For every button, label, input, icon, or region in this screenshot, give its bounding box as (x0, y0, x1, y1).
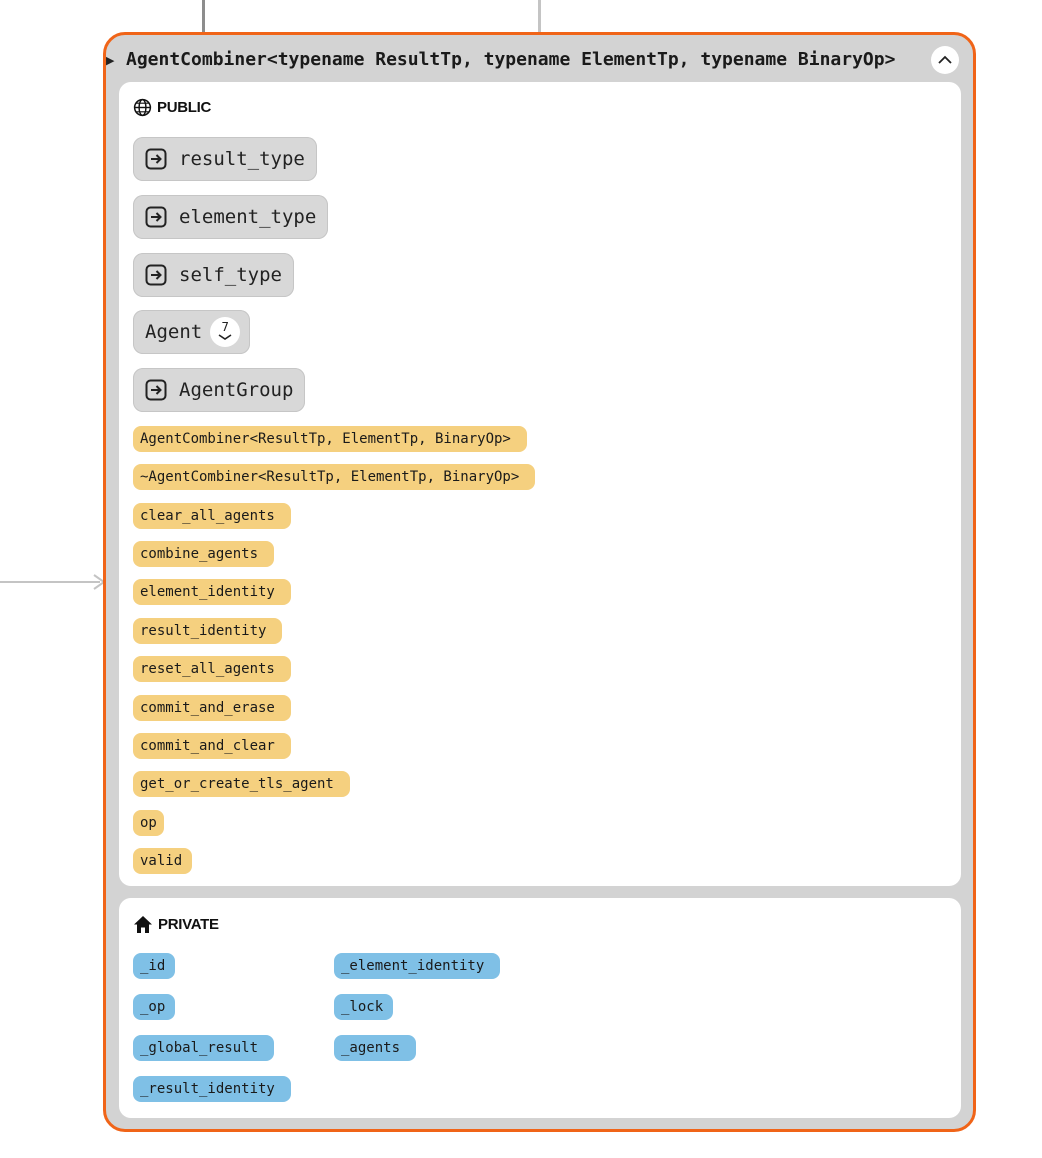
type-label: AgentGroup (179, 379, 294, 401)
section-label: PRIVATE (158, 916, 219, 933)
class-title: AgentCombiner<typename ResultTp, typenam… (126, 49, 896, 70)
field-item[interactable]: _id (133, 953, 176, 979)
type-label: element_type (179, 206, 317, 228)
globe-icon (133, 98, 152, 117)
class-header[interactable]: ▶ AgentCombiner<typename ResultTp, typen… (106, 45, 973, 77)
triangle-right-icon[interactable]: ▶ (106, 54, 118, 68)
class-node[interactable]: ▶ AgentCombiner<typename ResultTp, typen… (103, 32, 976, 1132)
arrow-into-box-icon (145, 206, 167, 228)
type-label: result_type (179, 148, 305, 170)
type-agent[interactable]: Agent 7 (133, 310, 251, 354)
type-element-type[interactable]: element_type (133, 195, 329, 239)
section-label: PUBLIC (157, 99, 212, 116)
private-section: PRIVATE _id _op _global_result _result_i… (119, 898, 961, 1118)
count-badge[interactable]: 7 (210, 317, 241, 347)
field-item[interactable]: _agents (334, 1035, 417, 1061)
method-item[interactable]: commit_and_clear (133, 733, 291, 759)
method-item[interactable]: reset_all_agents (133, 656, 291, 682)
field-item[interactable]: _lock (334, 994, 394, 1020)
arrow-into-box-icon (145, 264, 167, 286)
method-item[interactable]: clear_all_agents (133, 503, 291, 529)
public-section: PUBLIC result_type element_type self_typ… (119, 82, 961, 886)
type-self-type[interactable]: self_type (133, 253, 294, 297)
field-item[interactable]: _result_identity (133, 1076, 291, 1102)
type-label: self_type (179, 264, 282, 286)
method-item[interactable]: combine_agents (133, 541, 275, 567)
field-item[interactable]: _element_identity (334, 953, 501, 979)
method-item[interactable]: AgentCombiner<ResultTp, ElementTp, Binar… (133, 426, 527, 452)
field-item[interactable]: _op (133, 994, 176, 1020)
collapse-button[interactable] (931, 46, 959, 74)
method-item[interactable]: element_identity (133, 579, 291, 605)
method-item[interactable]: ~AgentCombiner<ResultTp, ElementTp, Bina… (133, 464, 536, 490)
method-item[interactable]: result_identity (133, 618, 283, 644)
type-agent-group[interactable]: AgentGroup (133, 368, 306, 412)
method-item[interactable]: op (133, 810, 164, 836)
arrow-into-box-icon (145, 379, 167, 401)
field-item[interactable]: _global_result (133, 1035, 275, 1061)
method-item[interactable]: commit_and_erase (133, 695, 291, 721)
method-item[interactable]: valid (133, 848, 193, 874)
chevron-up-icon (938, 55, 952, 64)
private-heading: PRIVATE (133, 915, 219, 934)
public-heading: PUBLIC (133, 98, 211, 117)
chevron-down-icon (218, 334, 232, 340)
edge-line (538, 0, 541, 32)
type-label: Agent (145, 321, 203, 343)
method-item[interactable]: get_or_create_tls_agent (133, 771, 350, 797)
edge-line (0, 581, 100, 583)
type-result-type[interactable]: result_type (133, 137, 317, 181)
home-icon (134, 916, 152, 933)
arrow-into-box-icon (145, 148, 167, 170)
